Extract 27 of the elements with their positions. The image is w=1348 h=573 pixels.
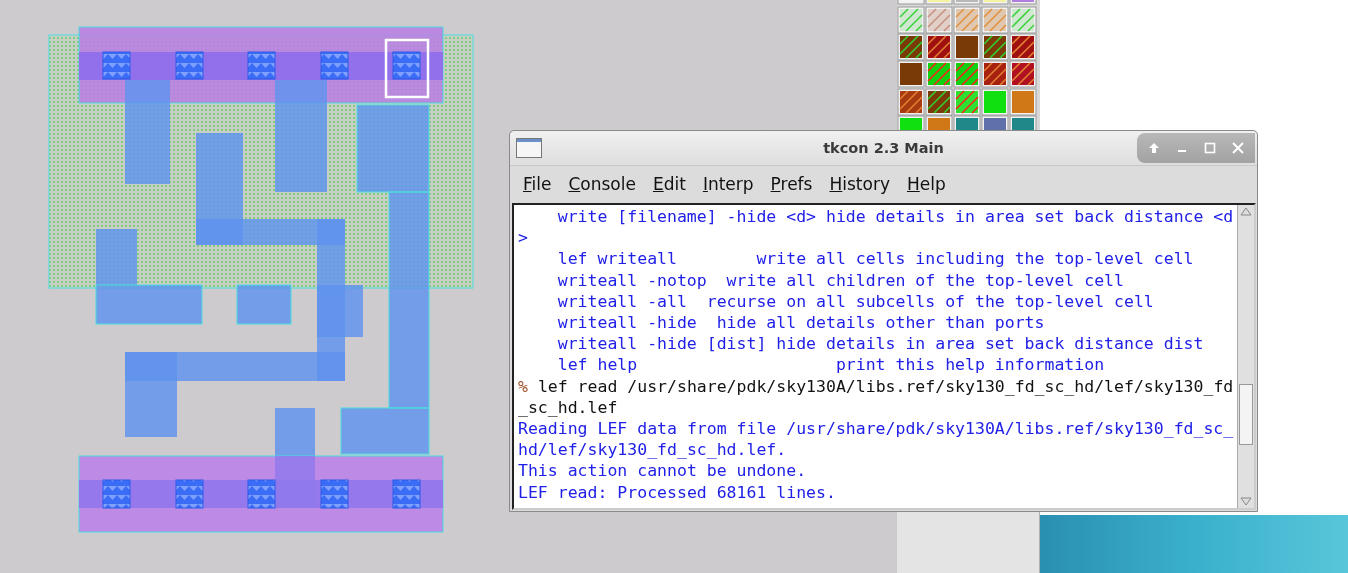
- output-line: LEF read: Processed 68161 lines.: [518, 481, 837, 503]
- scrollbar[interactable]: [1237, 205, 1254, 508]
- menu-item[interactable]: Interp: [693, 173, 762, 194]
- close-icon[interactable]: [1231, 141, 1245, 155]
- window-title: tkcon 2.3 Main: [823, 140, 944, 156]
- layer-palette-drawing[interactable]: [897, 0, 1037, 130]
- window-icon: [516, 138, 542, 158]
- scrollbar-thumb[interactable]: [1239, 384, 1253, 445]
- menu-item[interactable]: Help: [897, 173, 954, 194]
- console-command: % lef read /usr/share/pdk/sky130A/libs.ref/sky130_fd_sc_hd/lef/sky130_fd_sc_hd.lef: [518, 375, 1234, 419]
- help-line: lef help print this help information: [556, 354, 1106, 376]
- help-line: writeall -notop write all children of the top-level cell: [556, 269, 1125, 291]
- scroll-down-icon[interactable]: [1239, 494, 1253, 508]
- up-arrow-icon[interactable]: [1147, 141, 1161, 155]
- menu-item[interactable]: Console: [559, 173, 644, 194]
- menu-item[interactable]: History: [820, 173, 898, 194]
- help-line: writeall -all recurse on all subcells of the top-level cell: [556, 290, 1155, 312]
- output-line: Reading LEF data from file /usr/share/pdk/sky130A/libs.ref/sky130_fd_sc_hd/lef/sky130_fd_sc_hd.lef.: [518, 418, 1234, 461]
- menu-item[interactable]: Prefs: [761, 173, 821, 194]
- output-line: This action cannot be undone.: [518, 460, 808, 482]
- help-line: writeall -hide hide all details other than ports: [556, 312, 1046, 334]
- menu-item[interactable]: Edit: [643, 173, 694, 194]
- menu-item[interactable]: File: [514, 173, 560, 194]
- help-line: writeall -hide [dist] hide details in area set back distance dist: [556, 333, 1205, 355]
- help-line: lef writeall write all cells including the top-level cell: [556, 248, 1195, 270]
- scroll-up-icon[interactable]: [1239, 205, 1253, 219]
- maximize-icon[interactable]: [1203, 141, 1217, 155]
